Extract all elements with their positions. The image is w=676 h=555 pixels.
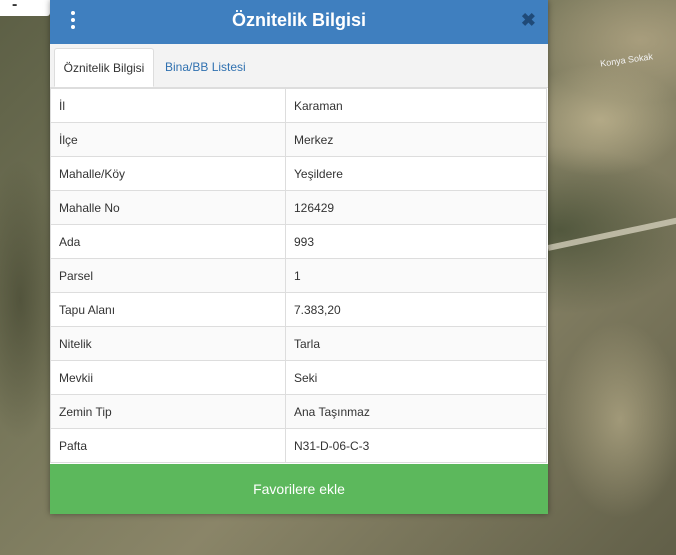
panel-title: Öznitelik Bilgisi [231, 10, 367, 30]
attribute-key: Tapu Alanı [50, 292, 286, 327]
attribute-key: Mevkii [50, 360, 286, 395]
table-row: Mevkii Seki [50, 360, 547, 395]
attribute-value: Yeşildere [285, 156, 547, 191]
add-to-favorites-button[interactable]: Favorilere ekle [50, 464, 548, 514]
attribute-key: Mahalle No [50, 190, 286, 225]
attribute-value: 126429 [285, 190, 547, 225]
attribute-value: Seki [285, 360, 547, 395]
attribute-key: Pafta [50, 428, 286, 463]
attribute-value: N31-D-06-C-3 [285, 428, 547, 463]
table-row: İlçe Merkez [50, 122, 547, 157]
attribute-key: Zemin Tip [50, 394, 286, 429]
attribute-value: Karaman [285, 88, 547, 123]
table-row: Mahalle No 126429 [50, 190, 547, 225]
panel-header: Öznitelik Bilgisi ✖ [50, 0, 548, 44]
tab-bar: Öznitelik Bilgisi Bina/BB Listesi [50, 44, 548, 88]
table-row: Tapu Alanı 7.383,20 [50, 292, 547, 327]
attribute-value: Ana Taşınmaz [285, 394, 547, 429]
attribute-value: 993 [285, 224, 547, 259]
attribute-key: İlçe [50, 122, 286, 157]
attribute-value: Merkez [285, 122, 547, 157]
attribute-value: Tarla [285, 326, 547, 361]
attribute-key: Parsel [50, 258, 286, 293]
close-icon[interactable]: ✖ [521, 10, 536, 30]
table-row: İl Karaman [50, 88, 547, 123]
table-row: Pafta N31-D-06-C-3 [50, 428, 547, 463]
table-row: Parsel 1 [50, 258, 547, 293]
attribute-info-panel: Öznitelik Bilgisi ✖ Öznitelik Bilgisi Bi… [50, 0, 548, 514]
table-row: Ada 993 [50, 224, 547, 259]
attribute-value: 1 [285, 258, 547, 293]
table-row: Zemin Tip Ana Taşınmaz [50, 394, 547, 429]
tab-attribute-info[interactable]: Öznitelik Bilgisi [54, 48, 154, 87]
table-row: Mahalle/Köy Yeşildere [50, 156, 547, 191]
attribute-key: İl [50, 88, 286, 123]
attribute-value: 7.383,20 [285, 292, 547, 327]
attribute-key: Nitelik [50, 326, 286, 361]
attribute-table: İl Karaman İlçe Merkez Mahalle/Köy Yeşil… [50, 88, 547, 463]
tab-building-list[interactable]: Bina/BB Listesi [155, 48, 256, 86]
attribute-key: Ada [50, 224, 286, 259]
zoom-out-button[interactable]: - [0, 0, 50, 16]
table-row: Nitelik Tarla [50, 326, 547, 361]
attribute-key: Mahalle/Köy [50, 156, 286, 191]
